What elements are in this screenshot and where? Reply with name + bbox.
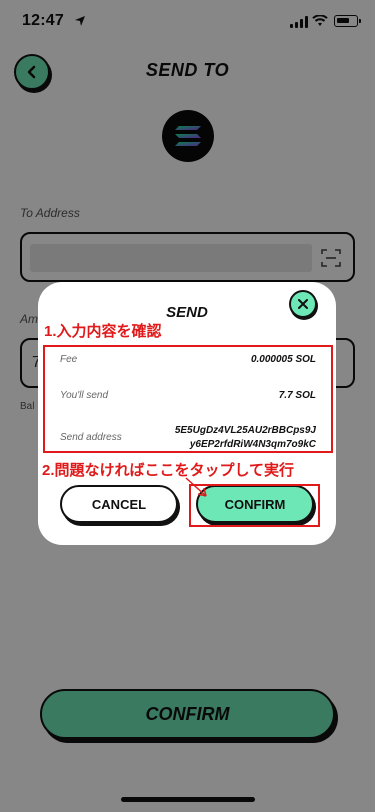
close-button[interactable] — [289, 290, 317, 318]
annotation-box-confirm — [189, 484, 320, 527]
annotation-step1: 1.入力内容を確認 — [42, 320, 164, 341]
annotation-step2: 2.問題なければここをタップして実行 — [40, 459, 297, 480]
cancel-button[interactable]: CANCEL — [60, 485, 178, 523]
close-icon — [298, 299, 308, 309]
annotation-box-details — [43, 345, 333, 453]
